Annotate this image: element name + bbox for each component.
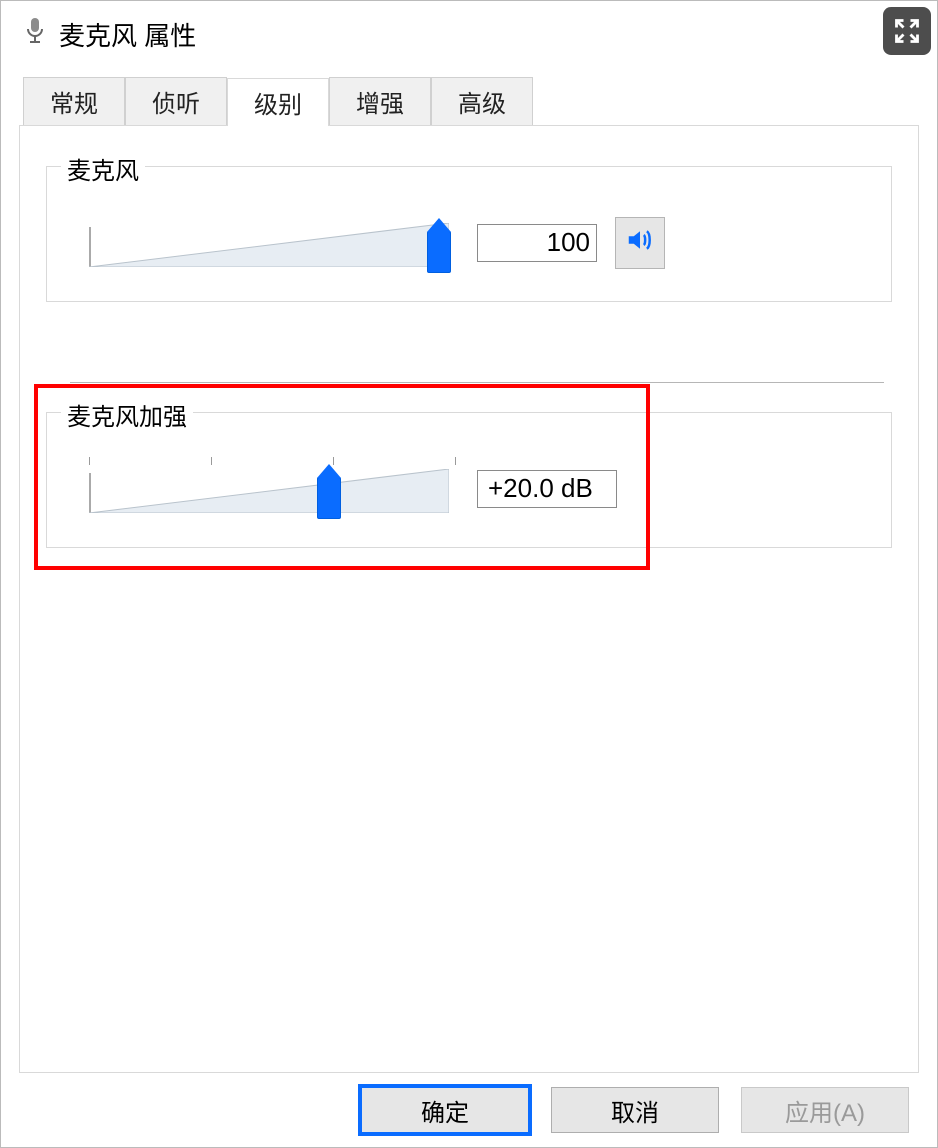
properties-window: 麦克风 属性 常规 侦听 级别 增强 高级 麦克风 <box>0 0 938 1148</box>
mic-boost-thumb[interactable] <box>317 477 341 519</box>
mic-boost-slider[interactable] <box>89 461 459 517</box>
title-bar: 麦克风 属性 <box>1 1 937 67</box>
microphone-icon <box>25 17 45 52</box>
tab-advanced[interactable]: 高级 <box>431 77 533 125</box>
mic-level-row: 100 <box>69 215 869 271</box>
mic-boost-ticks <box>89 457 459 467</box>
tab-page-levels: 麦克风 100 <box>19 125 919 1073</box>
group-mic-level: 麦克风 100 <box>46 166 892 302</box>
mic-level-value[interactable]: 100 <box>477 224 597 262</box>
window-title: 麦克风 属性 <box>59 16 196 53</box>
tab-enhance[interactable]: 增强 <box>329 77 431 125</box>
tab-listen[interactable]: 侦听 <box>125 77 227 125</box>
tab-strip: 常规 侦听 级别 增强 高级 <box>23 77 919 125</box>
expand-icon[interactable] <box>883 7 931 55</box>
tab-general[interactable]: 常规 <box>23 77 125 125</box>
mic-boost-row: +20.0 dB <box>69 461 869 517</box>
group-mic-level-legend: 麦克风 <box>61 151 145 186</box>
tab-control: 常规 侦听 级别 增强 高级 麦克风 100 <box>19 77 919 1073</box>
speaker-on-icon <box>625 225 655 262</box>
tab-levels[interactable]: 级别 <box>227 78 329 126</box>
ok-button[interactable]: 确定 <box>361 1087 529 1133</box>
group-mic-boost-legend: 麦克风加强 <box>61 397 193 432</box>
group-mic-boost: 麦克风加强 +20.0 dB <box>46 412 892 548</box>
separator <box>70 382 884 383</box>
apply-button: 应用(A) <box>741 1087 909 1133</box>
mic-boost-value[interactable]: +20.0 dB <box>477 470 617 508</box>
mic-mute-button[interactable] <box>615 217 665 269</box>
cancel-button[interactable]: 取消 <box>551 1087 719 1133</box>
mic-level-thumb[interactable] <box>427 231 451 273</box>
mic-level-slider[interactable] <box>89 215 459 271</box>
dialog-buttons: 确定 取消 应用(A) <box>361 1087 909 1133</box>
